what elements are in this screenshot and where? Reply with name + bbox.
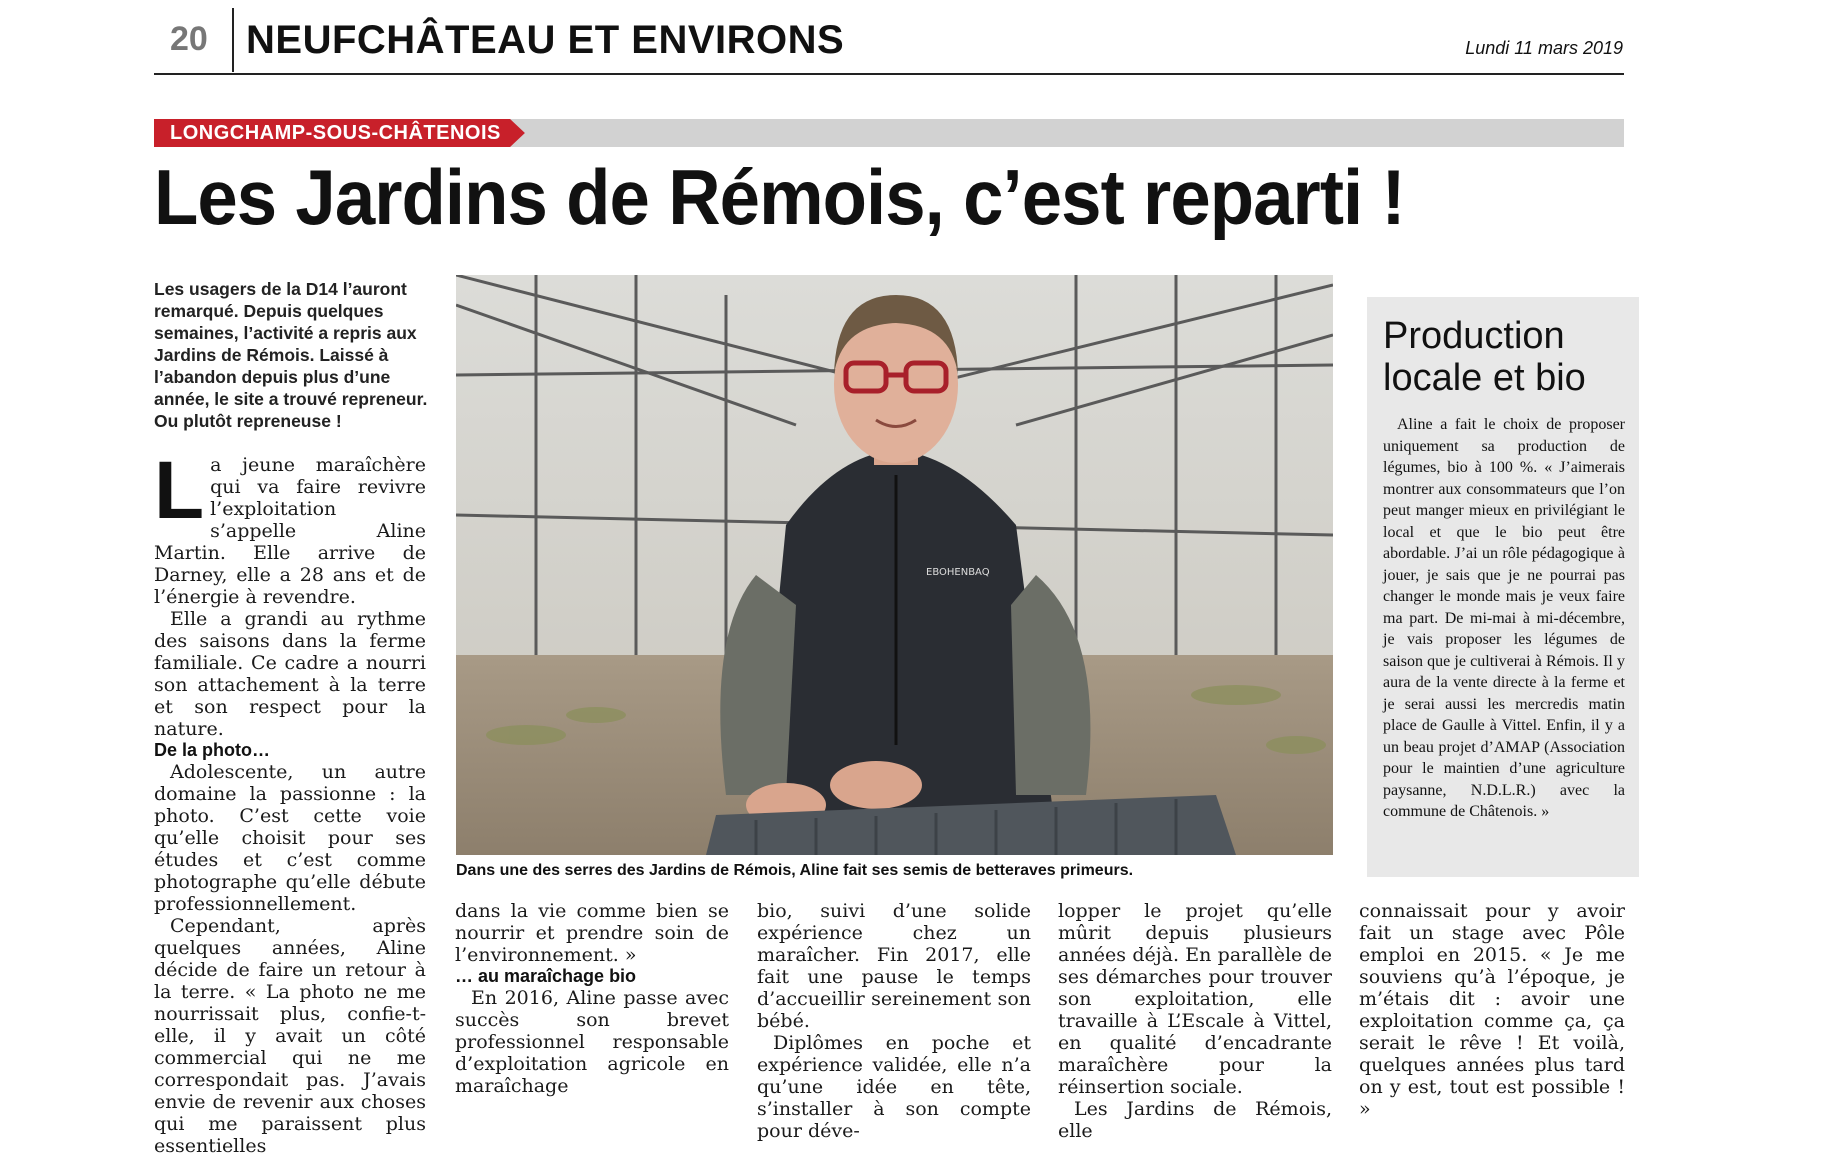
sidebar-title: Production locale et bio (1383, 315, 1586, 399)
article-photo: EBOHENBAQ (456, 275, 1333, 855)
section-title: NEUFCHÂTEAU ET ENVIRONS (246, 18, 845, 62)
article-lead: Les usagers de la D14 l’auront remarqué.… (154, 279, 428, 431)
text-column-2: dans la vie comme bien se nourrir et pre… (455, 900, 729, 1097)
paragraph: lopper le projet qu’elle mûrit depuis pl… (1058, 900, 1332, 1098)
paragraph: Adolescente, un autre domaine la passion… (154, 761, 426, 915)
photo-caption: Dans une des serres des Jardins de Rémoi… (456, 862, 1134, 879)
paragraph: Diplômes en poche et expérience validée,… (757, 1032, 1031, 1142)
paragraph: Les Jardins de Rémois, elle (1058, 1098, 1332, 1142)
headline: Les Jardins de Rémois, c’est reparti ! (154, 153, 1406, 241)
paragraph: En 2016, Aline passe avec succès son bre… (455, 987, 729, 1097)
subheading: … au maraîchage bio (455, 966, 637, 986)
paragraph: connaissait pour y avoir fait un stage a… (1359, 900, 1625, 1120)
page-number: 20 (170, 20, 208, 58)
kicker-location: LONGCHAMP-SOUS-CHÂTENOIS (154, 119, 525, 147)
paragraph: Cependant, après quelques années, Aline … (154, 915, 426, 1157)
newspaper-page: 20 NEUFCHÂTEAU ET ENVIRONS Lundi 11 mars… (0, 0, 1821, 1157)
paragraph: dans la vie comme bien se nourrir et pre… (455, 900, 729, 966)
drop-cap: L (154, 445, 205, 536)
sidebar-text: Aline a fait le choix de proposer unique… (1383, 416, 1625, 820)
text-column-1: La jeune maraîchère qui va faire revivre… (154, 445, 426, 1157)
paragraph: La jeune maraîchère qui va faire revivre… (154, 445, 426, 609)
issue-date: Lundi 11 mars 2019 (1465, 38, 1623, 58)
text-column-3: bio, suivi d’une solide expérience chez … (757, 900, 1031, 1142)
text-column-4: lopper le projet qu’elle mûrit depuis pl… (1058, 900, 1332, 1142)
header-divider (232, 8, 234, 72)
jacket-logo: EBOHENBAQ (926, 567, 990, 578)
paragraph: bio, suivi d’une solide expérience chez … (757, 900, 1031, 1032)
subheading: De la photo… (154, 740, 270, 760)
header-rule (154, 73, 1624, 75)
paragraph: Elle a grandi au rythme des saisons dans… (154, 608, 426, 740)
text-column-5: connaissait pour y avoir fait un stage a… (1359, 900, 1625, 1120)
greenhouse-photo-illustration: EBOHENBAQ (456, 275, 1333, 855)
